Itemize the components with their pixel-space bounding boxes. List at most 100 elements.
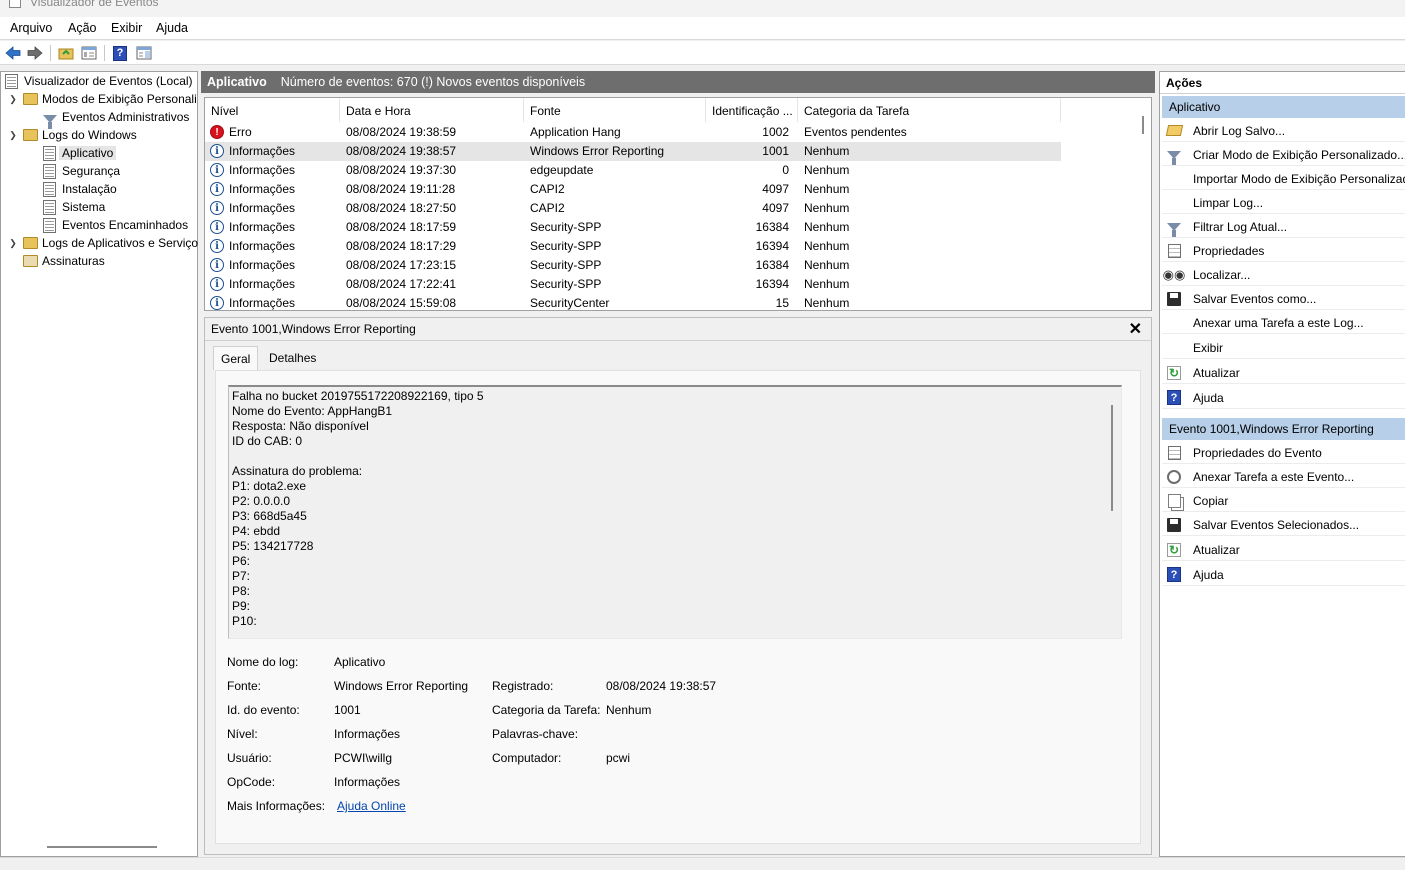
- event-row[interactable]: i Informações 08/08/2024 18:27:50 CAPI2 4097…: [205, 199, 1061, 218]
- tree-item-forwarded-events[interactable]: Eventos Encaminhados: [43, 216, 188, 234]
- refresh-icon: ↻: [1167, 542, 1181, 557]
- action-item[interactable]: ↻ Atualizar: [1162, 539, 1405, 561]
- action-item[interactable]: Importar Modo de Exibição Personalizado.…: [1162, 168, 1405, 190]
- horizontal-scrollbar[interactable]: [47, 846, 157, 848]
- actions-header: Ações: [1160, 72, 1405, 94]
- tree-item-windows-logs[interactable]: ❯ Logs do Windows: [7, 126, 137, 144]
- chevron-right-icon[interactable]: ❯: [7, 238, 19, 249]
- action-item[interactable]: Salvar Eventos Selecionados...: [1162, 514, 1405, 536]
- divider: [205, 340, 1151, 341]
- menu-acao[interactable]: Ação: [66, 21, 99, 35]
- cell-event-id: 4097: [762, 182, 789, 196]
- more-info-label: Mais Informações:: [227, 799, 326, 813]
- action-item[interactable]: Abrir Log Salvo...: [1162, 120, 1405, 142]
- tab-details[interactable]: Detalhes: [262, 346, 323, 370]
- action-label: Localizar...: [1193, 267, 1251, 282]
- tree-item-setup[interactable]: Instalação: [43, 180, 117, 198]
- tree-item-system[interactable]: Sistema: [43, 198, 105, 216]
- filter-icon: [1166, 147, 1182, 165]
- column-header-datetime[interactable]: Data e Hora: [340, 98, 524, 122]
- column-header-event-id[interactable]: Identificação ...: [706, 98, 798, 122]
- action-item[interactable]: Limpar Log...: [1162, 192, 1405, 214]
- logged-value: 08/08/2024 19:38:57: [606, 679, 717, 693]
- event-row[interactable]: i Informações 08/08/2024 15:59:08 SecurityC…: [205, 294, 1061, 310]
- tree-item-app-services-logs[interactable]: ❯ Logs de Aplicativos e Serviço: [7, 234, 198, 252]
- tab-general[interactable]: Geral: [213, 346, 259, 370]
- vertical-scrollbar[interactable]: [1111, 405, 1113, 511]
- chevron-down-icon[interactable]: ❯: [7, 130, 19, 141]
- close-icon[interactable]: ✕: [1129, 319, 1142, 339]
- action-label: Atualizar: [1193, 542, 1240, 557]
- tree-item-custom-views[interactable]: ❯ Modos de Exibição Personali: [7, 90, 197, 108]
- opcode-label: OpCode:: [227, 775, 276, 789]
- event-row[interactable]: i Informações 08/08/2024 17:22:41 Security-…: [205, 275, 1061, 294]
- tree-item-subscriptions[interactable]: Assinaturas: [23, 252, 105, 270]
- actions-section-event[interactable]: Evento 1001,Windows Error Reporting: [1162, 418, 1405, 440]
- back-arrow-icon[interactable]: [4, 44, 22, 62]
- cell-level: Informações: [229, 144, 296, 158]
- event-row[interactable]: i Informações 08/08/2024 19:38:57 Windows E…: [205, 142, 1061, 161]
- menu-arquivo[interactable]: Arquivo: [8, 21, 54, 35]
- folder-up-icon[interactable]: [57, 44, 75, 62]
- action-item[interactable]: ? Ajuda: [1162, 387, 1405, 409]
- log-icon: [43, 217, 58, 233]
- tree-item-security[interactable]: Segurança: [43, 162, 120, 180]
- logged-label: Registrado:: [492, 679, 554, 693]
- description-line: Resposta: Não disponível: [232, 419, 369, 433]
- tree-label: Logs de Aplicativos e Serviço: [42, 236, 199, 250]
- action-item[interactable]: Salvar Eventos como...: [1162, 288, 1405, 310]
- blank-icon: [1166, 171, 1182, 187]
- show-action-pane-icon[interactable]: [135, 44, 153, 62]
- action-item[interactable]: Copiar: [1162, 490, 1405, 512]
- actions-pane: Ações Aplicativo Abrir Log Salvo... Criar…: [1159, 71, 1405, 857]
- console-tree: Visualizador de Eventos (Local) ❯ Modos …: [0, 71, 198, 857]
- event-row[interactable]: i Informações 08/08/2024 18:17:29 Security-…: [205, 237, 1061, 256]
- column-header-task-category[interactable]: Categoria da Tarefa: [798, 98, 1061, 122]
- action-item[interactable]: Propriedades do Evento: [1162, 442, 1405, 464]
- event-row[interactable]: i Informações 08/08/2024 17:23:15 Security-…: [205, 256, 1061, 275]
- log-icon: [43, 145, 58, 161]
- action-item[interactable]: Propriedades: [1162, 240, 1405, 262]
- cell-task-category: Nenhum: [804, 277, 850, 291]
- chevron-down-icon[interactable]: ❯: [7, 94, 19, 105]
- tree-root[interactable]: Visualizador de Eventos (Local): [5, 72, 193, 90]
- event-description[interactable]: Falha no bucket 2019755172208922169, tip…: [228, 385, 1122, 639]
- source-label: Fonte:: [227, 679, 262, 693]
- description-line: Falha no bucket 2019755172208922169, tip…: [232, 389, 484, 403]
- help-icon[interactable]: ?: [111, 44, 129, 62]
- cell-event-id: 16384: [755, 258, 789, 272]
- action-label: Filtrar Log Atual...: [1193, 219, 1288, 234]
- show-hide-tree-icon[interactable]: [80, 44, 98, 62]
- action-item[interactable]: Criar Modo de Exibição Personalizado...: [1162, 144, 1405, 166]
- log-title: Aplicativo: [207, 75, 267, 89]
- vertical-scrollbar[interactable]: [1142, 116, 1144, 134]
- tree-item-admin-events[interactable]: Eventos Administrativos: [43, 108, 189, 129]
- online-help-link[interactable]: Ajuda Online: [337, 799, 406, 813]
- event-row[interactable]: i Informações 08/08/2024 18:17:59 Security-…: [205, 218, 1061, 237]
- cell-task-category: Nenhum: [804, 239, 850, 253]
- column-header-level[interactable]: Nível: [205, 98, 340, 122]
- tree-item-application[interactable]: Aplicativo: [43, 144, 117, 162]
- action-item[interactable]: Anexar uma Tarefa a este Log...: [1162, 312, 1405, 334]
- action-item[interactable]: ◉◉ Localizar...: [1162, 264, 1405, 286]
- action-item[interactable]: Filtrar Log Atual...: [1162, 216, 1405, 238]
- menu-exibir[interactable]: Exibir: [109, 21, 144, 35]
- action-item[interactable]: Anexar Tarefa a este Evento...: [1162, 466, 1405, 488]
- cell-datetime: 08/08/2024 18:17:59: [346, 220, 457, 234]
- description-line: P2: 0.0.0.0: [232, 494, 291, 508]
- event-row[interactable]: i Informações 08/08/2024 19:37:30 edgeupdat…: [205, 161, 1061, 180]
- action-item[interactable]: ↻ Atualizar: [1162, 362, 1405, 384]
- event-row[interactable]: ! Erro 08/08/2024 19:38:59 Application Hang…: [205, 123, 1061, 142]
- actions-section-application[interactable]: Aplicativo: [1162, 96, 1405, 118]
- forward-arrow-icon[interactable]: [26, 44, 44, 62]
- menu-ajuda[interactable]: Ajuda: [154, 21, 190, 35]
- computer-value: pcwi: [606, 751, 631, 765]
- column-header-source[interactable]: Fonte: [524, 98, 706, 122]
- action-item[interactable]: Exibir: [1162, 337, 1405, 359]
- status-bar: [0, 857, 1405, 870]
- help-icon: ?: [1166, 390, 1182, 406]
- event-row[interactable]: i Informações 08/08/2024 19:11:28 CAPI2 4097…: [205, 180, 1061, 199]
- keywords-label: Palavras-chave:: [492, 727, 579, 741]
- info-icon: i: [210, 163, 224, 177]
- action-item[interactable]: ? Ajuda: [1162, 564, 1405, 586]
